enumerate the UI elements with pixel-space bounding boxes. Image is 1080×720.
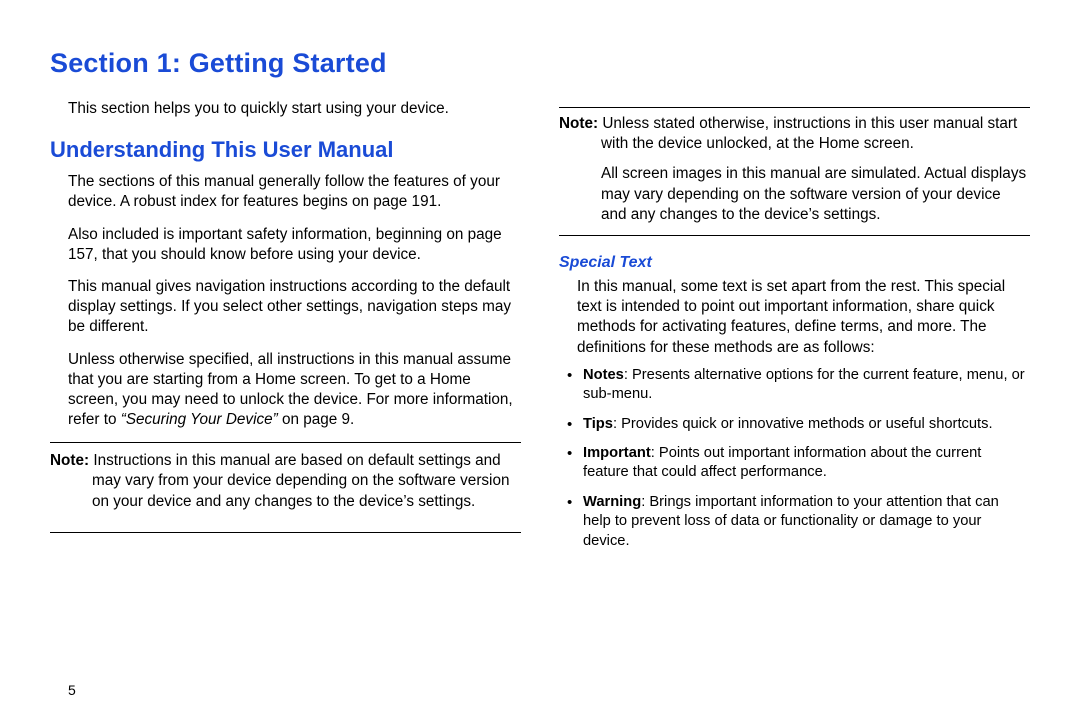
body-text: on page 9.	[278, 411, 355, 428]
note-secondary-paragraph: All screen images in this manual are sim…	[559, 164, 1030, 225]
left-column: This section helps you to quickly start …	[50, 99, 521, 561]
term-label: Tips	[583, 416, 613, 432]
term-definition: : Presents alternative options for the c…	[583, 367, 1025, 402]
list-item: Tips: Provides quick or innovative metho…	[567, 415, 1030, 434]
definitions-list: Notes: Presents alternative options for …	[567, 366, 1030, 551]
list-item: Important: Points out important informat…	[567, 444, 1030, 483]
body-paragraph: Also included is important safety inform…	[68, 225, 521, 265]
note-block: Note: Instructions in this manual are ba…	[50, 442, 521, 533]
term-definition: : Brings important information to your a…	[583, 494, 999, 549]
list-item: Warning: Brings important information to…	[567, 493, 1030, 551]
note-body: Instructions in this manual are based on…	[89, 452, 509, 509]
note-block: Note: Unless stated otherwise, instructi…	[559, 107, 1030, 236]
body-paragraph: This manual gives navigation instruction…	[68, 277, 521, 338]
subsubheading-special-text: Special Text	[559, 252, 1030, 273]
two-column-layout: This section helps you to quickly start …	[50, 99, 1030, 561]
cross-reference: “Securing Your Device”	[121, 411, 278, 428]
list-item: Notes: Presents alternative options for …	[567, 366, 1030, 405]
body-paragraph: In this manual, some text is set apart f…	[577, 277, 1030, 358]
intro-text: This section helps you to quickly start …	[68, 99, 521, 119]
term-definition: : Provides quick or innovative methods o…	[613, 416, 993, 432]
body-paragraph: The sections of this manual generally fo…	[68, 172, 521, 212]
section-title: Section 1: Getting Started	[50, 48, 1030, 79]
note-paragraph: Note: Instructions in this manual are ba…	[50, 451, 521, 512]
term-label: Warning	[583, 494, 641, 510]
term-label: Notes	[583, 367, 624, 383]
body-paragraph: Unless otherwise specified, all instruct…	[68, 350, 521, 431]
subheading-understanding: Understanding This User Manual	[50, 135, 521, 164]
term-label: Important	[583, 445, 651, 461]
note-paragraph: Note: Unless stated otherwise, instructi…	[559, 114, 1030, 154]
right-column: Note: Unless stated otherwise, instructi…	[559, 99, 1030, 561]
page-number: 5	[68, 682, 76, 698]
note-body: Unless stated otherwise, instructions in…	[598, 115, 1017, 152]
note-label: Note:	[559, 115, 598, 132]
manual-page: Section 1: Getting Started This section …	[0, 0, 1080, 720]
note-label: Note:	[50, 452, 89, 469]
